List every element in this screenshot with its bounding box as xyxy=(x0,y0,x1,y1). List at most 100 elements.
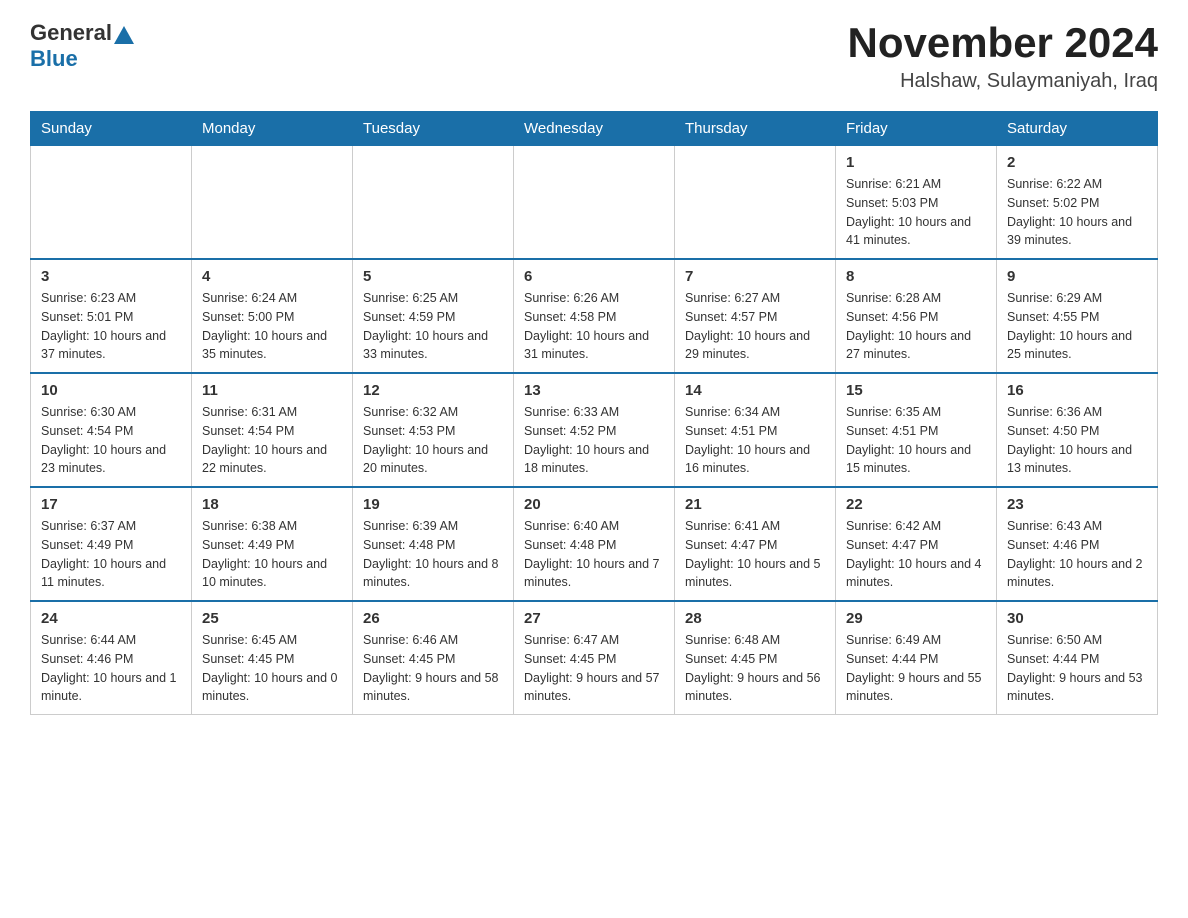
day-info: Sunrise: 6:50 AM Sunset: 4:44 PM Dayligh… xyxy=(1007,631,1147,706)
calendar-week-row: 3 Sunrise: 6:23 AM Sunset: 5:01 PM Daylig… xyxy=(31,259,1158,373)
day-number: 30 xyxy=(1007,610,1147,627)
day-number: 7 xyxy=(685,268,825,285)
day-number: 8 xyxy=(846,268,986,285)
calendar-cell: 5 Sunrise: 6:25 AM Sunset: 4:59 PM Daylig… xyxy=(353,259,514,373)
calendar-cell xyxy=(31,146,192,260)
day-number: 6 xyxy=(524,268,664,285)
day-info: Sunrise: 6:39 AM Sunset: 4:48 PM Dayligh… xyxy=(363,517,503,592)
calendar-cell: 20Sunrise: 6:40 AM Sunset: 4:48 PM Dayli… xyxy=(514,487,675,601)
logo-blue-text: Blue xyxy=(30,46,78,71)
day-number: 12 xyxy=(363,382,503,399)
calendar-body: 1 Sunrise: 6:21 AM Sunset: 5:03 PM Daylig… xyxy=(31,146,1158,715)
logo-icon: General xyxy=(30,20,134,46)
day-info: Sunrise: 6:48 AM Sunset: 4:45 PM Dayligh… xyxy=(685,631,825,706)
day-number: 22 xyxy=(846,496,986,513)
day-number: 4 xyxy=(202,268,342,285)
calendar-cell: 4 Sunrise: 6:24 AM Sunset: 5:00 PM Daylig… xyxy=(192,259,353,373)
day-number: 28 xyxy=(685,610,825,627)
calendar-cell: 10Sunrise: 6:30 AM Sunset: 4:54 PM Dayli… xyxy=(31,373,192,487)
day-info: Sunrise: 6:23 AM Sunset: 5:01 PM Dayligh… xyxy=(41,289,181,364)
calendar-cell: 30 Sunrise: 6:50 AM Sunset: 4:44 PM Dayli… xyxy=(997,601,1158,715)
calendar-cell: 7Sunrise: 6:27 AM Sunset: 4:57 PM Daylig… xyxy=(675,259,836,373)
day-info: Sunrise: 6:44 AM Sunset: 4:46 PM Dayligh… xyxy=(41,631,181,706)
day-number: 1 xyxy=(846,154,986,171)
calendar-cell: 28 Sunrise: 6:48 AM Sunset: 4:45 PM Dayli… xyxy=(675,601,836,715)
day-info: Sunrise: 6:21 AM Sunset: 5:03 PM Dayligh… xyxy=(846,175,986,250)
day-info: Sunrise: 6:43 AM Sunset: 4:46 PM Dayligh… xyxy=(1007,517,1147,592)
day-info: Sunrise: 6:30 AM Sunset: 4:54 PM Dayligh… xyxy=(41,403,181,478)
day-number: 17 xyxy=(41,496,181,513)
day-info: Sunrise: 6:41 AM Sunset: 4:47 PM Dayligh… xyxy=(685,517,825,592)
day-number: 25 xyxy=(202,610,342,627)
day-info: Sunrise: 6:46 AM Sunset: 4:45 PM Dayligh… xyxy=(363,631,503,706)
calendar-title: November 2024 xyxy=(847,20,1158,66)
calendar-cell: 17 Sunrise: 6:37 AM Sunset: 4:49 PM Dayli… xyxy=(31,487,192,601)
calendar-cell: 14 Sunrise: 6:34 AM Sunset: 4:51 PM Dayli… xyxy=(675,373,836,487)
day-number: 13 xyxy=(524,382,664,399)
calendar-cell: 11Sunrise: 6:31 AM Sunset: 4:54 PM Dayli… xyxy=(192,373,353,487)
calendar-cell: 27Sunrise: 6:47 AM Sunset: 4:45 PM Dayli… xyxy=(514,601,675,715)
calendar-cell: 9 Sunrise: 6:29 AM Sunset: 4:55 PM Daylig… xyxy=(997,259,1158,373)
day-number: 19 xyxy=(363,496,503,513)
weekday-header-wednesday: Wednesday xyxy=(514,112,675,146)
calendar-cell: 18Sunrise: 6:38 AM Sunset: 4:49 PM Dayli… xyxy=(192,487,353,601)
logo-general-text: General xyxy=(30,20,112,46)
logo: General Blue xyxy=(30,20,134,72)
day-info: Sunrise: 6:26 AM Sunset: 4:58 PM Dayligh… xyxy=(524,289,664,364)
day-info: Sunrise: 6:45 AM Sunset: 4:45 PM Dayligh… xyxy=(202,631,342,706)
day-info: Sunrise: 6:47 AM Sunset: 4:45 PM Dayligh… xyxy=(524,631,664,706)
day-number: 23 xyxy=(1007,496,1147,513)
day-info: Sunrise: 6:35 AM Sunset: 4:51 PM Dayligh… xyxy=(846,403,986,478)
day-number: 5 xyxy=(363,268,503,285)
weekday-row: SundayMondayTuesdayWednesdayThursdayFrid… xyxy=(31,112,1158,146)
weekday-header-tuesday: Tuesday xyxy=(353,112,514,146)
day-number: 26 xyxy=(363,610,503,627)
calendar-cell: 15Sunrise: 6:35 AM Sunset: 4:51 PM Dayli… xyxy=(836,373,997,487)
calendar-cell xyxy=(514,146,675,260)
day-info: Sunrise: 6:36 AM Sunset: 4:50 PM Dayligh… xyxy=(1007,403,1147,478)
calendar-cell: 25 Sunrise: 6:45 AM Sunset: 4:45 PM Dayli… xyxy=(192,601,353,715)
calendar-cell: 19 Sunrise: 6:39 AM Sunset: 4:48 PM Dayli… xyxy=(353,487,514,601)
calendar-cell: 24Sunrise: 6:44 AM Sunset: 4:46 PM Dayli… xyxy=(31,601,192,715)
calendar-cell: 26 Sunrise: 6:46 AM Sunset: 4:45 PM Dayli… xyxy=(353,601,514,715)
logo-triangle-icon xyxy=(114,26,134,44)
calendar-cell: 23 Sunrise: 6:43 AM Sunset: 4:46 PM Dayli… xyxy=(997,487,1158,601)
day-info: Sunrise: 6:32 AM Sunset: 4:53 PM Dayligh… xyxy=(363,403,503,478)
calendar-cell: 1 Sunrise: 6:21 AM Sunset: 5:03 PM Daylig… xyxy=(836,146,997,260)
calendar-cell xyxy=(192,146,353,260)
weekday-header-friday: Friday xyxy=(836,112,997,146)
day-info: Sunrise: 6:24 AM Sunset: 5:00 PM Dayligh… xyxy=(202,289,342,364)
calendar-header: SundayMondayTuesdayWednesdayThursdayFrid… xyxy=(31,112,1158,146)
day-info: Sunrise: 6:33 AM Sunset: 4:52 PM Dayligh… xyxy=(524,403,664,478)
calendar-cell: 13 Sunrise: 6:33 AM Sunset: 4:52 PM Dayli… xyxy=(514,373,675,487)
calendar-table: SundayMondayTuesdayWednesdayThursdayFrid… xyxy=(30,111,1158,715)
day-number: 14 xyxy=(685,382,825,399)
day-number: 18 xyxy=(202,496,342,513)
day-number: 20 xyxy=(524,496,664,513)
day-number: 29 xyxy=(846,610,986,627)
day-info: Sunrise: 6:49 AM Sunset: 4:44 PM Dayligh… xyxy=(846,631,986,706)
day-info: Sunrise: 6:34 AM Sunset: 4:51 PM Dayligh… xyxy=(685,403,825,478)
calendar-week-row: 1 Sunrise: 6:21 AM Sunset: 5:03 PM Daylig… xyxy=(31,146,1158,260)
day-number: 9 xyxy=(1007,268,1147,285)
day-number: 2 xyxy=(1007,154,1147,171)
day-info: Sunrise: 6:37 AM Sunset: 4:49 PM Dayligh… xyxy=(41,517,181,592)
calendar-cell: 22Sunrise: 6:42 AM Sunset: 4:47 PM Dayli… xyxy=(836,487,997,601)
calendar-week-row: 24Sunrise: 6:44 AM Sunset: 4:46 PM Dayli… xyxy=(31,601,1158,715)
calendar-cell xyxy=(675,146,836,260)
weekday-header-thursday: Thursday xyxy=(675,112,836,146)
title-section: November 2024 Halshaw, Sulaymaniyah, Ira… xyxy=(847,20,1158,93)
calendar-cell: 2Sunrise: 6:22 AM Sunset: 5:02 PM Daylig… xyxy=(997,146,1158,260)
day-info: Sunrise: 6:29 AM Sunset: 4:55 PM Dayligh… xyxy=(1007,289,1147,364)
calendar-cell: 6 Sunrise: 6:26 AM Sunset: 4:58 PM Daylig… xyxy=(514,259,675,373)
weekday-header-monday: Monday xyxy=(192,112,353,146)
calendar-cell: 16 Sunrise: 6:36 AM Sunset: 4:50 PM Dayli… xyxy=(997,373,1158,487)
day-number: 3 xyxy=(41,268,181,285)
day-info: Sunrise: 6:28 AM Sunset: 4:56 PM Dayligh… xyxy=(846,289,986,364)
day-info: Sunrise: 6:25 AM Sunset: 4:59 PM Dayligh… xyxy=(363,289,503,364)
page-header: General Blue November 2024 Halshaw, Sula… xyxy=(30,20,1158,93)
day-number: 16 xyxy=(1007,382,1147,399)
calendar-subtitle: Halshaw, Sulaymaniyah, Iraq xyxy=(847,70,1158,93)
calendar-cell: 8 Sunrise: 6:28 AM Sunset: 4:56 PM Daylig… xyxy=(836,259,997,373)
weekday-header-saturday: Saturday xyxy=(997,112,1158,146)
